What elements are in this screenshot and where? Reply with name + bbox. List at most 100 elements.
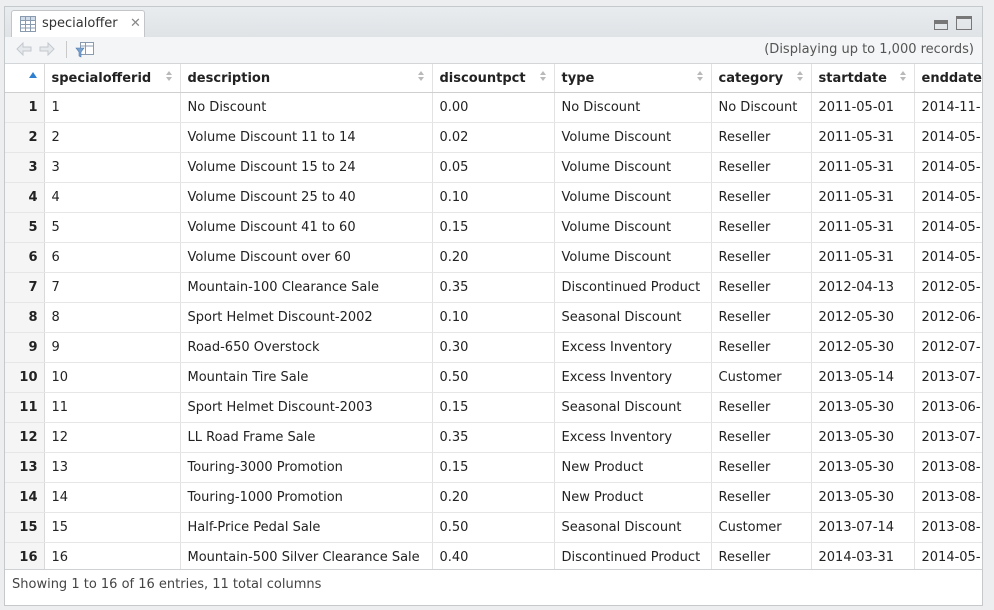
forward-arrow-icon[interactable]: [38, 42, 56, 56]
cell-enddate: 2014-05-: [914, 242, 982, 273]
close-icon[interactable]: ✕: [130, 16, 141, 31]
row-number: 14: [5, 482, 45, 513]
col-header-category[interactable]: category: [711, 64, 812, 93]
row-number: 2: [5, 122, 45, 153]
cell-category: Reseller: [711, 332, 812, 363]
cell-id: 4: [44, 182, 181, 213]
table-row: 7 7 Mountain-100 Clearance Sale 0.35 Discont…: [5, 272, 982, 303]
cell-enddate: 2012-05-: [914, 272, 982, 303]
cell-discountpct: 0.10: [432, 182, 555, 213]
cell-category: Reseller: [711, 452, 812, 483]
cell-description: Mountain-100 Clearance Sale: [180, 272, 433, 303]
entries-summary: Showing 1 to 16 of 16 entries, 11 total …: [12, 577, 322, 592]
col-header-description[interactable]: description: [180, 64, 433, 93]
cell-type: Volume Discount: [554, 152, 712, 183]
cell-type: Excess Inventory: [554, 422, 712, 453]
cell-startdate: 2014-03-31: [811, 542, 915, 571]
filter-icon[interactable]: [75, 42, 95, 58]
table-row: 5 5 Volume Discount 41 to 60 0.15 Volume Dis…: [5, 212, 982, 243]
col-header-specialofferid[interactable]: specialofferid: [44, 64, 181, 93]
cell-startdate: 2013-05-30: [811, 482, 915, 513]
cell-startdate: 2013-07-14: [811, 512, 915, 543]
table-row: 6 6 Volume Discount over 60 0.20 Volume Disc…: [5, 242, 982, 273]
cell-enddate: 2013-07-: [914, 422, 982, 453]
cell-description: Mountain-500 Silver Clearance Sale: [180, 542, 433, 571]
cell-startdate: 2013-05-30: [811, 392, 915, 423]
cell-category: Customer: [711, 362, 812, 393]
cell-type: Volume Discount: [554, 182, 712, 213]
cell-category: Reseller: [711, 182, 812, 213]
rownum-header[interactable]: [5, 64, 45, 93]
minimize-icon[interactable]: [933, 20, 948, 30]
cell-id: 6: [44, 242, 181, 273]
col-header-type[interactable]: type: [554, 64, 712, 93]
cell-enddate: 2014-05-: [914, 122, 982, 153]
tab-specialoffer[interactable]: specialoffer ✕: [11, 10, 145, 37]
sort-icon: [165, 71, 172, 81]
table-row: 10 10 Mountain Tire Sale 0.50 Excess Invento…: [5, 362, 982, 393]
cell-enddate: 2013-08-: [914, 452, 982, 483]
cell-discountpct: 0.35: [432, 422, 555, 453]
sort-icon: [899, 71, 906, 81]
row-number: 9: [5, 332, 45, 363]
records-info: (Displaying up to 1,000 records): [764, 42, 974, 57]
cell-category: Customer: [711, 512, 812, 543]
cell-category: Reseller: [711, 482, 812, 513]
cell-description: Volume Discount 15 to 24: [180, 152, 433, 183]
cell-discountpct: 0.15: [432, 452, 555, 483]
cell-enddate: 2014-05-: [914, 182, 982, 213]
row-number: 15: [5, 512, 45, 543]
cell-description: Volume Discount 11 to 14: [180, 122, 433, 153]
cell-discountpct: 0.20: [432, 242, 555, 273]
col-header-startdate[interactable]: startdate: [811, 64, 915, 93]
table-row: 2 2 Volume Discount 11 to 14 0.02 Volume Dis…: [5, 122, 982, 153]
cell-type: Excess Inventory: [554, 332, 712, 363]
cell-category: Reseller: [711, 212, 812, 243]
header-row: specialofferid description discountpct t…: [5, 64, 982, 93]
row-number: 1: [5, 92, 45, 123]
cell-type: Volume Discount: [554, 242, 712, 273]
sort-icon: [539, 71, 546, 81]
row-number: 13: [5, 452, 45, 483]
cell-type: New Product: [554, 452, 712, 483]
cell-description: Sport Helmet Discount-2002: [180, 302, 433, 333]
cell-enddate: 2014-05-: [914, 212, 982, 243]
table-row: 9 9 Road-650 Overstock 0.30 Excess Inventory…: [5, 332, 982, 363]
cell-description: Volume Discount over 60: [180, 242, 433, 273]
row-number: 8: [5, 302, 45, 333]
col-header-enddate[interactable]: enddate: [914, 64, 982, 93]
maximize-icon[interactable]: [956, 16, 972, 30]
cell-category: Reseller: [711, 542, 812, 571]
cell-id: 3: [44, 152, 181, 183]
cell-startdate: 2011-05-31: [811, 212, 915, 243]
cell-discountpct: 0.40: [432, 542, 555, 571]
cell-startdate: 2013-05-30: [811, 452, 915, 483]
cell-discountpct: 0.35: [432, 272, 555, 303]
col-header-discountpct[interactable]: discountpct: [432, 64, 555, 93]
table-row: 12 12 LL Road Frame Sale 0.35 Excess Invento…: [5, 422, 982, 453]
cell-discountpct: 0.30: [432, 332, 555, 363]
row-number: 3: [5, 152, 45, 183]
cell-id: 13: [44, 452, 181, 483]
cell-enddate: 2012-06-: [914, 302, 982, 333]
cell-description: Sport Helmet Discount-2003: [180, 392, 433, 423]
row-number: 10: [5, 362, 45, 393]
cell-type: Discontinued Product: [554, 542, 712, 571]
row-number: 11: [5, 392, 45, 423]
cell-category: Reseller: [711, 122, 812, 153]
table-icon: [20, 16, 36, 32]
cell-type: Seasonal Discount: [554, 302, 712, 333]
cell-category: Reseller: [711, 242, 812, 273]
sort-icon: [417, 71, 424, 81]
back-arrow-icon[interactable]: [15, 42, 33, 56]
cell-type: New Product: [554, 482, 712, 513]
data-table: specialofferid description discountpct t…: [5, 64, 982, 571]
cell-type: Seasonal Discount: [554, 392, 712, 423]
cell-id: 7: [44, 272, 181, 303]
toolbar-divider: [66, 41, 67, 58]
cell-description: No Discount: [180, 92, 433, 123]
cell-startdate: 2011-05-31: [811, 152, 915, 183]
row-number: 6: [5, 242, 45, 273]
cell-startdate: 2013-05-30: [811, 422, 915, 453]
cell-startdate: 2012-05-30: [811, 332, 915, 363]
